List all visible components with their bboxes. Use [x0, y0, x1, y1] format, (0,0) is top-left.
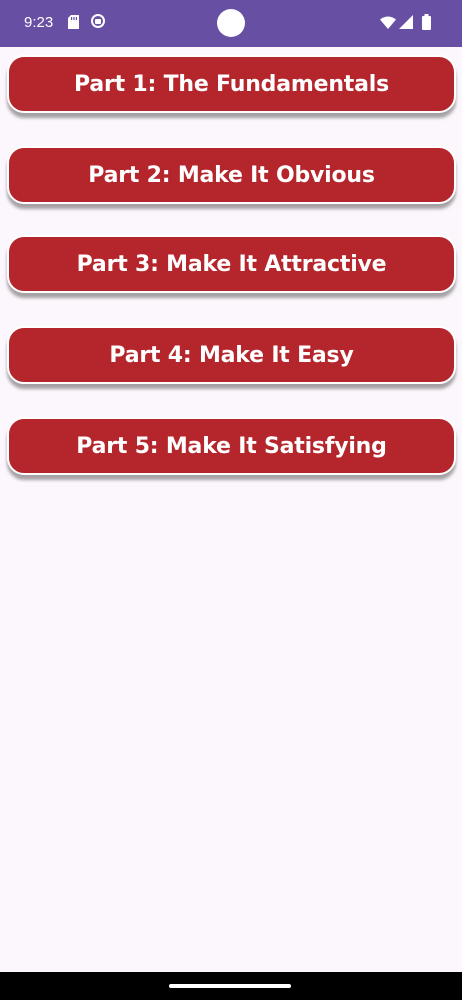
part-1-button[interactable]: Part 1: The Fundamentals — [7, 55, 456, 113]
wifi-icon — [380, 16, 396, 29]
battery-icon — [422, 14, 431, 30]
status-time: 9:23 — [24, 14, 54, 31]
signal-icon — [399, 15, 413, 29]
app-notification-icon — [91, 14, 105, 28]
part-2-button[interactable]: Part 2: Make It Obvious — [7, 146, 456, 204]
part-3-button[interactable]: Part 3: Make It Attractive — [7, 235, 456, 293]
status-bar: 9:23 — [0, 0, 462, 47]
part-5-button[interactable]: Part 5: Make It Satisfying — [7, 417, 456, 475]
camera-cutout — [217, 9, 245, 37]
navigation-bar — [0, 972, 462, 1000]
part-4-button[interactable]: Part 4: Make It Easy — [7, 326, 456, 384]
home-gesture-handle[interactable] — [169, 984, 291, 988]
sd-card-icon — [68, 15, 79, 29]
app-screen: 9:23 Part 1: The Fundamentals Part 2: Ma… — [0, 0, 462, 1000]
